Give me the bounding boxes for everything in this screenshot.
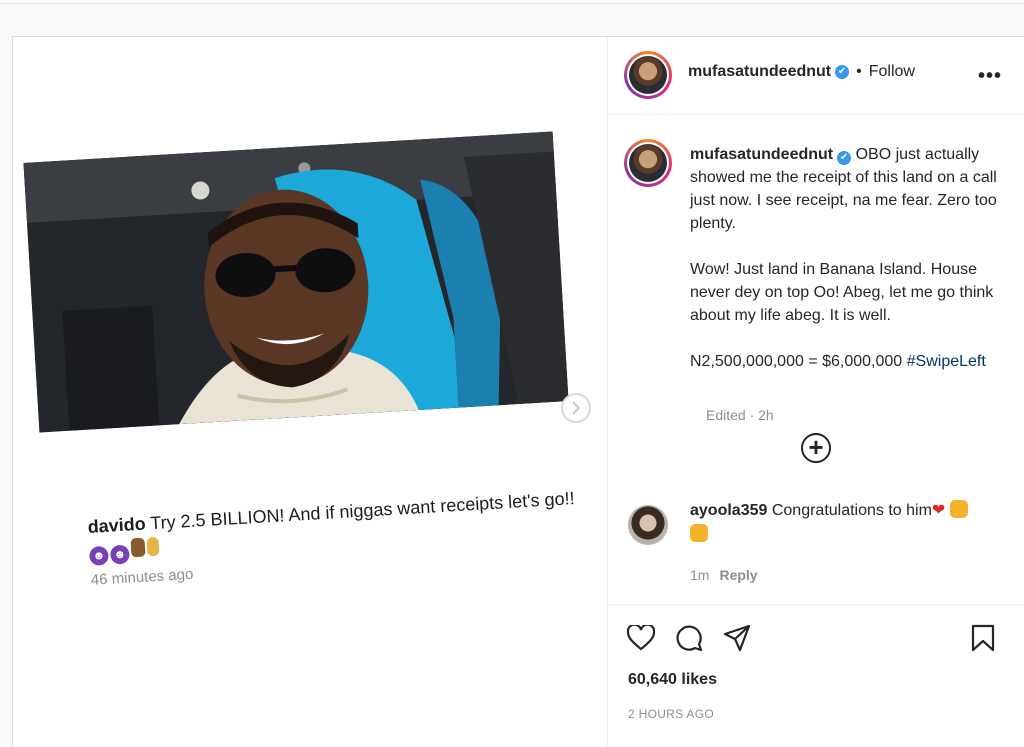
post-photo [23, 131, 569, 433]
separator: • [856, 63, 862, 80]
share-icon [723, 624, 751, 652]
load-more-comments-button[interactable]: + [801, 433, 831, 463]
heart-icon [627, 625, 655, 651]
save-button[interactable] [968, 623, 998, 653]
more-icon[interactable]: ••• [978, 65, 1002, 88]
foot-emoji-icon [146, 536, 160, 557]
comment-time: 1m [690, 567, 710, 583]
pointing-hand-emoji-icon [130, 537, 146, 558]
caption-body: Try 2.5 BILLION! And if niggas want rece… [145, 488, 576, 534]
verified-badge-icon: ✔ [837, 151, 852, 165]
caption-username[interactable]: mufasatundeednut [690, 146, 833, 163]
verified-badge-icon: ✔ [835, 65, 850, 79]
instagram-post: davido Try 2.5 BILLION! And if niggas wa… [12, 36, 1024, 747]
post-header: mufasatundeednut ✔ • Follow ••• [608, 37, 1024, 115]
reply-button[interactable]: Reply [719, 567, 757, 583]
caption-author-avatar[interactable] [624, 139, 672, 187]
video-caption-overlay: davido Try 2.5 BILLION! And if niggas wa… [87, 485, 591, 589]
like-button[interactable] [626, 623, 656, 653]
post-media[interactable]: davido Try 2.5 BILLION! And if niggas wa… [13, 37, 607, 747]
add-circle-icon: + [808, 432, 824, 462]
caption-username: davido [87, 513, 147, 537]
chevron-right-icon [572, 401, 581, 415]
heart-emoji-icon: ❤ [931, 502, 946, 519]
commenter-username[interactable]: ayoola359 [690, 502, 767, 519]
bookmark-icon [971, 624, 995, 652]
author-avatar[interactable] [624, 51, 672, 99]
share-button[interactable] [722, 623, 752, 653]
caption-paragraph-2: Wow! Just land in Banana Island. House n… [690, 261, 994, 324]
likes-count[interactable]: 60,640 likes [628, 671, 717, 689]
comment-icon [676, 625, 703, 652]
comment-text: Congratulations to him [767, 502, 932, 519]
devil-emoji-icon: ☻ [88, 545, 109, 566]
clap-emoji-icon [949, 500, 968, 518]
commenter-avatar[interactable] [628, 505, 668, 545]
comment-button[interactable] [674, 623, 704, 653]
browser-top-edge [0, 0, 1024, 4]
next-slide-button[interactable] [561, 393, 591, 423]
edited-timestamp: Edited · 2h [706, 407, 774, 423]
post-sidebar: mufasatundeednut ✔ • Follow ••• mufasatu… [607, 37, 1024, 747]
hashtag-link[interactable]: #SwipeLeft [907, 353, 986, 370]
caption-amount: N2,500,000,000 = $6,000,000 [690, 353, 907, 370]
author-username[interactable]: mufasatundeednut [688, 63, 831, 81]
comments-section: mufasatundeednut ✔ OBO just actually show… [608, 115, 1024, 605]
post-actions: 60,640 likes 2 HOURS AGO [608, 605, 1024, 747]
follow-button[interactable]: Follow [869, 63, 915, 81]
devil-emoji-icon: ☻ [109, 544, 130, 565]
post-timestamp[interactable]: 2 HOURS AGO [628, 707, 714, 721]
clap-emoji-icon [690, 524, 708, 542]
